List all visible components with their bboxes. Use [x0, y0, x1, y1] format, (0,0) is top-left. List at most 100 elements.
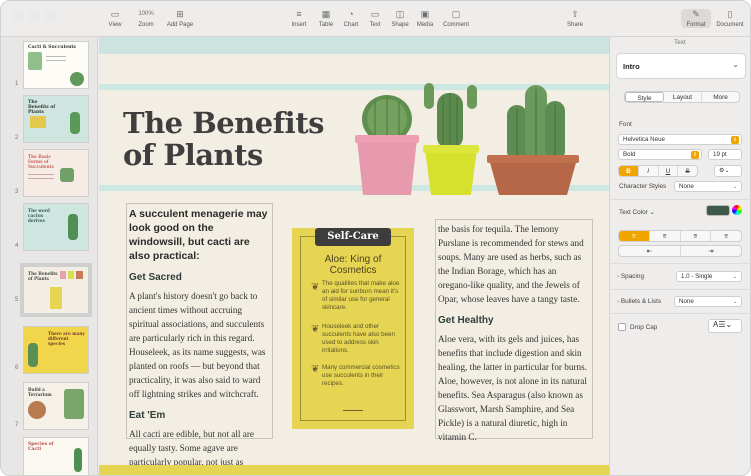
thumbnail-title: The Benefits of Plants — [28, 271, 58, 281]
aloe-leaf-icon: ❦ — [311, 364, 320, 375]
shape-button[interactable]: ◫ Shape — [390, 9, 410, 28]
minimize-button[interactable] — [29, 11, 40, 22]
bold-button[interactable]: B — [619, 166, 639, 176]
text-color-well[interactable] — [706, 205, 730, 216]
media-button[interactable]: ▣ Media — [415, 9, 435, 28]
strikethrough-button[interactable]: S — [678, 166, 697, 176]
page-thumbnail-4[interactable]: The word cactus derives — [23, 203, 89, 251]
thumbnail-title: The Benefits of Plants — [28, 100, 56, 115]
align-center-button[interactable]: ≡ — [650, 231, 681, 241]
thumbnail-title: The word cactus derives — [28, 208, 50, 223]
text-options-gear[interactable]: ⚙⌄ — [714, 165, 742, 177]
paragraph-tequila[interactable]: the basis for tequila. The lemony Pursla… — [438, 222, 590, 306]
font-size-field[interactable]: 19 pt — [708, 149, 742, 160]
top-teal-band — [99, 37, 609, 54]
lead-paragraph[interactable]: A succulent menagerie may look good on t… — [129, 207, 269, 263]
tab-layout[interactable]: Layout — [664, 92, 702, 102]
close-button[interactable] — [13, 11, 24, 22]
decrease-indent-button[interactable]: ⇤ — [619, 246, 681, 256]
insert-button[interactable]: ≡ Insert — [289, 9, 309, 28]
page-thumbnail-1[interactable]: Cacti & Succulents — [23, 41, 89, 89]
right-text-column[interactable]: the basis for tequila. The lemony Pursla… — [438, 222, 590, 444]
text-color-label: Text Color ⌄ — [619, 209, 655, 216]
font-weight-popup[interactable]: Bold ⇕ — [618, 149, 702, 160]
tab-more[interactable]: More — [702, 92, 739, 102]
callout-item: Houseleek and other succulents have also… — [322, 323, 395, 354]
paragraph-get-sacred[interactable]: A plant's history doesn't go back to anc… — [129, 289, 269, 401]
drop-cap-style-popup[interactable]: A☰⌄ — [708, 319, 742, 333]
thumbnail-title: Cacti & Succulents — [28, 45, 76, 50]
potted-cacti-image[interactable] — [349, 77, 579, 199]
view-button[interactable]: ▭ View — [105, 9, 125, 28]
thumbnail-terrarium-image — [28, 401, 46, 419]
page-thumbnails-sidebar: 1 Cacti & Succulents 2 The Benefits of P… — [1, 37, 98, 475]
thumbnail-plant-image — [70, 72, 84, 86]
thumbnail-plant-image — [60, 168, 74, 182]
thumbnail-title: The Basic Forms of Succulents — [28, 154, 54, 169]
underline-button[interactable]: U — [659, 166, 679, 176]
align-justify-button[interactable]: ≡ — [711, 231, 741, 241]
aloe-leaf-icon: ❦ — [311, 282, 320, 293]
document-canvas[interactable]: The Benefits of Plants A succulent menag… — [99, 37, 609, 475]
align-right-button[interactable]: ≡ — [681, 231, 712, 241]
align-left-button[interactable]: ≡ — [619, 231, 650, 241]
page-thumbnail-6[interactable]: There are many different species — [23, 326, 89, 374]
chevron-updown-icon: ⇕ — [691, 151, 699, 159]
left-text-column[interactable]: A succulent menagerie may look good on t… — [129, 207, 269, 475]
table-button[interactable]: ▦ Table — [316, 9, 336, 28]
zoom-value: 100% — [138, 11, 154, 17]
pages-window: ▭ View 100% Zoom ⊞ Add Page ≡ Insert ▦ T… — [0, 0, 751, 476]
bullets-popup[interactable]: None ⌄ — [674, 296, 742, 307]
share-button[interactable]: ⇧ Share — [565, 9, 585, 28]
document-button[interactable]: ▯ Document — [715, 9, 745, 28]
inspector-tabs: Style Layout More — [624, 91, 740, 103]
page-thumbnail-5-selected[interactable]: The Benefits of Plants — [20, 263, 92, 317]
comment-button[interactable]: ▢ Comment — [441, 9, 471, 28]
drop-cap-label: Drop Cap — [630, 324, 658, 331]
share-icon: ⇧ — [571, 9, 579, 19]
chart-button[interactable]: ◔ Chart — [341, 9, 361, 28]
thumbnail-number: 4 — [15, 243, 19, 249]
paragraph-style-picker[interactable]: Intro ⌄ — [616, 53, 746, 79]
format-button[interactable]: ✎ Format — [681, 9, 711, 28]
bottom-yellow-band — [99, 465, 609, 475]
character-styles-popup[interactable]: None ⌄ — [674, 181, 742, 192]
chart-icon: ◔ — [348, 9, 354, 19]
tab-style[interactable]: Style — [625, 92, 664, 102]
document-page[interactable]: The Benefits of Plants A succulent menag… — [99, 37, 609, 475]
page-thumbnail-2[interactable]: The Benefits of Plants — [23, 95, 89, 143]
heading-get-sacred: Get Sacred — [129, 272, 182, 283]
paragraph-get-healthy[interactable]: Aloe vera, with its gels and juices, has… — [438, 332, 590, 444]
page-title[interactable]: The Benefits of Plants — [123, 107, 324, 171]
chevron-updown-icon: ⌄ — [731, 183, 739, 191]
zoom-button[interactable]: 100% Zoom — [131, 9, 161, 28]
format-inspector: Text Intro ⌄ Style Layout More Font Helv… — [609, 37, 750, 475]
toolbar: ▭ View 100% Zoom ⊞ Add Page ≡ Insert ▦ T… — [1, 1, 750, 37]
font-family-popup[interactable]: Helvetica Neue ⇕ — [618, 134, 742, 145]
callout-item: Many commercial cosmetics use succulents… — [322, 364, 400, 387]
thumbnail-plant-image — [28, 343, 38, 367]
add-page-button[interactable]: ⊞ Add Page — [165, 9, 195, 28]
page-thumbnail-7[interactable]: Build a Terrarium — [23, 382, 89, 430]
drop-cap-checkbox[interactable] — [618, 323, 626, 331]
thumbnail-title: Species of Cacti — [28, 442, 54, 452]
spacing-popup[interactable]: 1.0 - Single ⌄ — [676, 271, 742, 282]
text-button[interactable]: ▭ Text — [365, 9, 385, 28]
spacing-disclosure[interactable]: › Spacing — [617, 273, 644, 280]
chevron-updown-icon: ⇕ — [731, 136, 739, 144]
pink-pot-cactus — [355, 95, 419, 195]
zoom-window-button[interactable] — [45, 11, 56, 22]
self-care-callout[interactable]: Self-Care Aloe: King of Cosmetics ❦ The … — [292, 228, 414, 429]
color-wheel-icon[interactable] — [732, 205, 742, 215]
page-thumbnail-3[interactable]: The Basic Forms of Succulents — [23, 149, 89, 197]
thumbnail-number: 6 — [15, 365, 19, 371]
increase-indent-button[interactable]: ⇥ — [681, 246, 742, 256]
chevron-updown-icon: ⌄ — [731, 273, 739, 281]
character-styles-label: Character Styles — [619, 183, 667, 190]
thumbnail-plant-image — [64, 389, 84, 419]
bullets-lists-disclosure[interactable]: › Bullets & Lists — [617, 298, 661, 305]
thumbnail-plant-image — [68, 214, 78, 240]
page-thumbnail-8[interactable]: Species of Cacti — [23, 437, 89, 475]
italic-button[interactable]: I — [639, 166, 659, 176]
inspector-header: Text — [674, 39, 686, 46]
